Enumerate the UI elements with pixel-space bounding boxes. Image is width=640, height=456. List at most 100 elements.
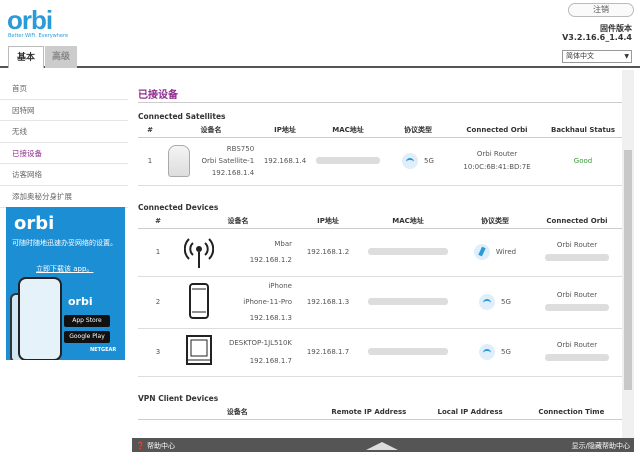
sidebar-item-wireless[interactable]: 无线 bbox=[0, 121, 128, 143]
connected-orbi-mac: 10:0C:6B:41:BD:7E bbox=[463, 163, 531, 171]
device-ip-sub: 192.168.1.2 bbox=[249, 256, 292, 264]
scrollbar-thumb[interactable] bbox=[624, 150, 632, 390]
connected-orbi-cell: Orbi Router bbox=[532, 228, 622, 277]
toggle-help-center[interactable]: 显示/隐藏帮助中心 bbox=[572, 441, 630, 451]
promo-download-link[interactable]: 立即下载该 app。 bbox=[36, 264, 93, 274]
protocol-type: 5G bbox=[424, 157, 434, 165]
device-name: DESKTOP-1JL510K bbox=[228, 339, 292, 347]
help-footer-bar: ❓ 帮助中心 显示/隐藏帮助中心 bbox=[132, 438, 634, 452]
row-number: 1 bbox=[138, 137, 162, 186]
app-promo-banner[interactable]: orbi 可随时随地迅速办妥网络的设置。 立即下载该 app。 orbi App… bbox=[6, 207, 125, 360]
section-title-vpn: VPN Client Devices bbox=[138, 394, 219, 403]
protocol-cell: 5G bbox=[458, 328, 532, 377]
mac-address-redacted bbox=[358, 328, 458, 377]
tab-advanced[interactable]: 高级 bbox=[45, 46, 77, 68]
connected-orbi: Orbi Router bbox=[556, 291, 598, 299]
language-select[interactable]: 简体中文 ▼ bbox=[562, 50, 632, 63]
tab-basic[interactable]: 基本 bbox=[8, 46, 44, 68]
wifi-5g-icon bbox=[402, 153, 419, 169]
tagline: Better WiFi. Everywhere bbox=[8, 33, 69, 39]
satellites-table: # 设备名 IP地址 MAC地址 协议类型 Connected Orbi Bac… bbox=[138, 124, 622, 186]
orbi-logo: orbi bbox=[7, 5, 53, 35]
protocol-type: 5G bbox=[501, 298, 511, 306]
logout-button[interactable]: 注销 bbox=[568, 3, 634, 17]
table-row[interactable]: 1 Mbar 192.168.1.2 192.168.1.2 Wired Orb… bbox=[138, 228, 622, 277]
column-header: Backhaul Status bbox=[544, 124, 622, 138]
connected-orbi-cell: Orbi Router bbox=[532, 276, 622, 329]
ip-address: 192.168.1.3 bbox=[298, 276, 358, 329]
sidebar-item-attached-devices[interactable]: 已接设备 bbox=[0, 143, 128, 165]
sidebar: 首页 因特网 无线 已接设备 访客网络 添加奥秘分身扩展 bbox=[0, 78, 128, 208]
table-header-row: # 设备名 IP地址 MAC地址 协议类型 Connected Orbi Bac… bbox=[138, 124, 622, 138]
section-title-satellites: Connected Satellites bbox=[138, 112, 226, 121]
connected-orbi-cell: Orbi Router 10:0C:6B:41:BD:7E bbox=[450, 137, 544, 186]
tab-bar: 基本 高级 bbox=[0, 44, 640, 68]
column-header: IP地址 bbox=[298, 215, 358, 229]
connected-orbi-mac-redacted bbox=[545, 254, 609, 261]
protocol-type: Wired bbox=[495, 248, 517, 256]
page-title: 已接设备 bbox=[138, 90, 178, 101]
device-name-cell: iPhone iPhone-11-Pro 192.168.1.3 bbox=[178, 276, 298, 329]
mac-address-redacted bbox=[310, 137, 386, 186]
connected-orbi: Orbi Router bbox=[476, 150, 518, 158]
column-header: 协议类型 bbox=[386, 124, 450, 138]
column-header: # bbox=[138, 215, 178, 229]
desktop-computer-icon bbox=[186, 335, 212, 365]
sidebar-item-guest-network[interactable]: 访客网络 bbox=[0, 164, 128, 186]
row-number: 3 bbox=[138, 328, 178, 377]
column-header: Connection Time bbox=[520, 406, 622, 420]
sidebar-item-home[interactable]: 首页 bbox=[0, 78, 128, 100]
table-row[interactable]: 2 iPhone iPhone-11-Pro 192.168.1.3 192.1… bbox=[138, 276, 622, 329]
connected-orbi-cell: Orbi Router bbox=[532, 328, 622, 377]
column-header: MAC地址 bbox=[358, 215, 458, 229]
column-header: 设备名 bbox=[178, 215, 298, 229]
device-ip-sub: 192.168.1.3 bbox=[249, 314, 292, 322]
table-header-row: 设备名 Remote IP Address Local IP Address C… bbox=[138, 406, 622, 420]
scrollbar[interactable] bbox=[622, 70, 634, 438]
satellite-model: RBS750 bbox=[226, 145, 255, 153]
protocol-cell: 5G bbox=[458, 276, 532, 329]
section-title-devices: Connected Devices bbox=[138, 203, 219, 212]
ethernet-icon bbox=[473, 244, 490, 260]
table-row[interactable]: 1 RBS750 Orbi Satellite-1 192.168.1.4 19… bbox=[138, 137, 622, 186]
main-content: 已接设备 Connected Satellites # 设备名 IP地址 MAC… bbox=[132, 70, 622, 438]
connected-orbi-mac-redacted bbox=[545, 354, 609, 361]
ip-address: 192.168.1.7 bbox=[298, 328, 358, 377]
phone-icon bbox=[189, 283, 209, 319]
sidebar-item-internet[interactable]: 因特网 bbox=[0, 100, 128, 122]
vpn-table: 设备名 Remote IP Address Local IP Address C… bbox=[138, 406, 622, 420]
satellite-icon bbox=[167, 145, 190, 177]
help-icon: ❓ bbox=[136, 442, 145, 450]
column-header: # bbox=[138, 124, 162, 138]
ip-address: 192.168.1.2 bbox=[298, 228, 358, 277]
column-header: 协议类型 bbox=[458, 215, 532, 229]
mac-address-redacted bbox=[358, 228, 458, 277]
device-name-cell: DESKTOP-1JL510K 192.168.1.7 bbox=[178, 328, 298, 377]
table-row[interactable]: 3 DESKTOP-1JL510K 192.168.1.7 192.168.1.… bbox=[138, 328, 622, 377]
row-number: 2 bbox=[138, 276, 178, 329]
app-store-badge[interactable]: App Store bbox=[64, 315, 110, 327]
wireless-antenna-icon bbox=[184, 238, 214, 268]
device-name-cell: Mbar 192.168.1.2 bbox=[178, 228, 298, 277]
ip-address: 192.168.1.4 bbox=[260, 137, 310, 186]
help-center-link[interactable]: ❓ 帮助中心 bbox=[136, 441, 175, 451]
netgear-logo: NETGEAR bbox=[90, 347, 117, 353]
protocol-cell: Wired bbox=[458, 228, 532, 277]
expand-arrow-icon[interactable] bbox=[366, 442, 398, 450]
devices-table: # 设备名 IP地址 MAC地址 协议类型 Connected Orbi 1 M… bbox=[138, 215, 622, 377]
column-header: Connected Orbi bbox=[450, 124, 544, 138]
promo-text: 可随时随地迅速办妥网络的设置。 bbox=[12, 239, 117, 247]
column-header-spacer bbox=[138, 406, 157, 420]
column-header: Remote IP Address bbox=[318, 406, 420, 420]
mac-address-redacted bbox=[358, 276, 458, 329]
protocol-cell: 5G bbox=[386, 137, 450, 186]
protocol-type: 5G bbox=[501, 348, 511, 356]
firmware-version: V3.2.16.6_1.4.4 bbox=[562, 33, 632, 42]
row-number: 1 bbox=[138, 228, 178, 277]
sidebar-item-add-satellite[interactable]: 添加奥秘分身扩展 bbox=[0, 186, 128, 208]
google-play-badge[interactable]: Google Play bbox=[64, 331, 110, 343]
connected-orbi: Orbi Router bbox=[556, 341, 598, 349]
satellite-name: Orbi Satellite-1 bbox=[201, 157, 255, 165]
backhaul-status: Good bbox=[544, 137, 622, 186]
chevron-down-icon: ▼ bbox=[624, 53, 629, 60]
